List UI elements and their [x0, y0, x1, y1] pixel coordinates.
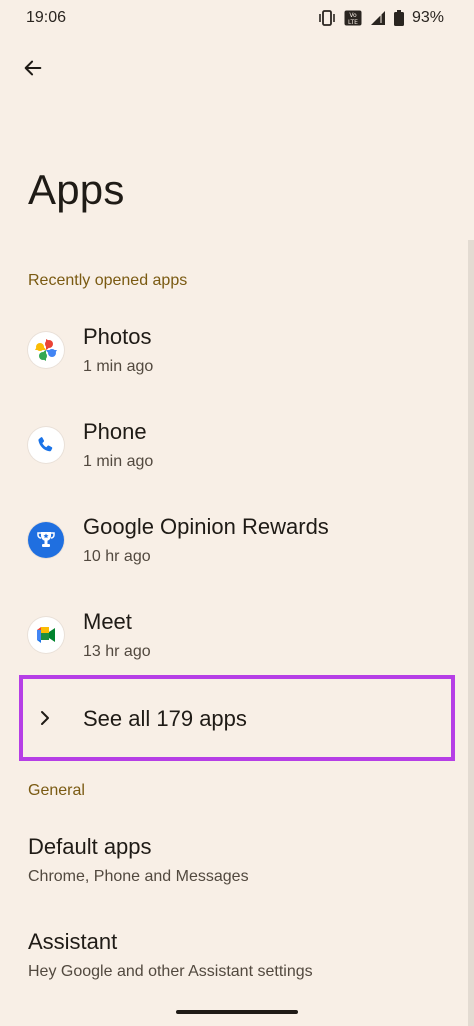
- arrow-left-icon: [24, 60, 42, 76]
- signal-icon: [370, 10, 386, 26]
- opinion-rewards-icon: [28, 522, 64, 558]
- settings-item-title: Default apps: [28, 834, 152, 859]
- app-name: Meet: [83, 609, 132, 634]
- volte-label-top: Vo: [349, 12, 357, 19]
- section-header-recent: Recently opened apps: [28, 272, 188, 289]
- app-last-opened: 1 min ago: [83, 358, 154, 375]
- see-all-apps-button[interactable]: See all 179 apps: [19, 675, 455, 761]
- recent-app-photos[interactable]: Photos 1 min ago: [0, 304, 474, 399]
- battery-icon: [393, 10, 404, 26]
- volte-icon: Vo LTE: [344, 10, 362, 26]
- see-all-apps-label: See all 179 apps: [83, 706, 247, 731]
- app-name: Phone: [83, 419, 147, 444]
- app-last-opened: 10 hr ago: [83, 548, 151, 565]
- settings-item-subtitle: Chrome, Phone and Messages: [28, 868, 249, 885]
- settings-item-assistant[interactable]: Assistant Hey Google and other Assistant…: [0, 907, 474, 997]
- app-name: Google Opinion Rewards: [83, 514, 329, 539]
- battery-percent: 93%: [411, 9, 444, 26]
- app-name: Photos: [83, 324, 152, 349]
- settings-item-title: Assistant: [28, 929, 118, 954]
- app-last-opened: 1 min ago: [83, 453, 154, 470]
- photos-icon: [28, 332, 64, 368]
- gesture-navigation-bar[interactable]: [176, 1010, 298, 1014]
- settings-item-subtitle: Hey Google and other Assistant settings: [28, 963, 313, 980]
- status-bar: 19:06 Vo LTE 93%: [0, 0, 474, 38]
- status-time: 19:06: [26, 9, 67, 26]
- back-button[interactable]: [14, 50, 52, 86]
- recent-app-meet[interactable]: Meet 13 hr ago: [0, 589, 474, 684]
- chevron-right-icon: [41, 711, 49, 725]
- settings-item-default-apps[interactable]: Default apps Chrome, Phone and Messages: [0, 812, 474, 902]
- meet-icon: [28, 617, 64, 653]
- recent-app-phone[interactable]: Phone 1 min ago: [0, 399, 474, 494]
- app-last-opened: 13 hr ago: [83, 643, 151, 660]
- phone-icon: [28, 427, 64, 463]
- recent-app-opinion-rewards[interactable]: Google Opinion Rewards 10 hr ago: [0, 494, 474, 589]
- apps-settings-screen: 19:06 Vo LTE 93% Apps Recently opened ap…: [0, 0, 474, 1026]
- status-icons: Vo LTE 93%: [318, 9, 444, 27]
- section-header-general: General: [28, 782, 85, 799]
- vibrate-icon: [318, 10, 336, 26]
- page-title: Apps: [28, 166, 125, 213]
- volte-label-bottom: LTE: [348, 19, 358, 26]
